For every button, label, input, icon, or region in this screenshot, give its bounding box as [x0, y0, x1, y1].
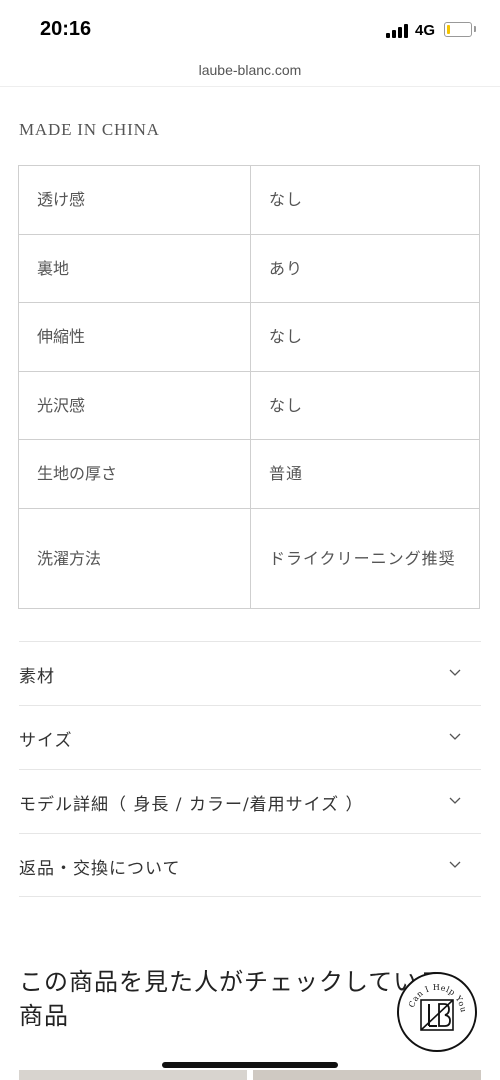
brand-logo-icon: Can I Help You? [397, 967, 468, 1031]
accordion-item-model-details[interactable]: モデル詳細（ 身長 / カラー/着用サイズ ） [19, 769, 481, 833]
status-bar: 20:16 4G [0, 0, 500, 58]
spec-key: 生地の厚さ [18, 439, 251, 509]
accordion-label: モデル詳細（ 身長 / カラー/着用サイズ ） [19, 795, 364, 815]
spec-value: なし [250, 165, 480, 235]
address-bar-divider [0, 86, 500, 87]
table-row: 伸縮性 なし [18, 302, 480, 372]
table-row: 生地の厚さ 普通 [18, 439, 480, 509]
product-spec-table: 透け感 なし 裏地 あり 伸縮性 なし 光沢感 なし 生地の厚さ 普通 洗濯方法… [18, 165, 480, 609]
spec-key: 洗濯方法 [18, 508, 251, 609]
spec-key: 光沢感 [18, 371, 251, 440]
chat-help-button[interactable]: Can I Help You? [397, 967, 477, 1052]
svg-text:Can I Help You?: Can I Help You? [399, 974, 468, 1013]
network-type: 4G [415, 22, 436, 39]
home-indicator[interactable] [162, 1062, 338, 1068]
table-row: 透け感 なし [18, 165, 480, 235]
spec-key: 伸縮性 [18, 302, 251, 372]
table-row: 光沢感 なし [18, 371, 480, 440]
battery-fill [447, 25, 450, 34]
spec-value: 普通 [250, 439, 480, 509]
product-thumbnail[interactable] [19, 1070, 247, 1080]
product-info-accordion: 素材 サイズ モデル詳細（ 身長 / カラー/着用サイズ ） 返品・交換について [19, 641, 481, 897]
accordion-label: 素材 [19, 667, 55, 687]
chevron-down-icon [449, 797, 461, 804]
recommendations-images [19, 1070, 481, 1080]
spec-key: 透け感 [18, 165, 251, 235]
country-of-origin: MADE IN CHINA [19, 120, 160, 139]
address-bar-url[interactable]: laube-blanc.com [0, 62, 500, 78]
signal-icon [386, 22, 410, 38]
accordion-item-material[interactable]: 素材 [19, 641, 481, 705]
table-row: 裏地 あり [18, 234, 480, 303]
accordion-label: 返品・交換について [19, 859, 181, 879]
product-thumbnail[interactable] [253, 1070, 481, 1080]
chat-badge-text: Can I Help You? [397, 967, 468, 1013]
status-time: 20:16 [40, 18, 92, 40]
accordion-item-returns[interactable]: 返品・交換について [19, 833, 481, 897]
spec-key: 裏地 [18, 234, 251, 303]
spec-value: あり [250, 234, 480, 303]
table-row: 洗濯方法 ドライクリーニング推奨 [18, 508, 480, 609]
spec-value: なし [250, 371, 480, 440]
recommendations-heading: この商品を見た人がチェックしている商品 [19, 968, 444, 1030]
accordion-item-size[interactable]: サイズ [19, 705, 481, 769]
chevron-down-icon [449, 861, 461, 868]
chevron-down-icon [449, 733, 461, 740]
accordion-label: サイズ [19, 731, 73, 751]
spec-value: ドライクリーニング推奨 [250, 508, 480, 609]
chevron-down-icon [449, 669, 461, 676]
spec-value: なし [250, 302, 480, 372]
battery-icon [444, 22, 476, 37]
